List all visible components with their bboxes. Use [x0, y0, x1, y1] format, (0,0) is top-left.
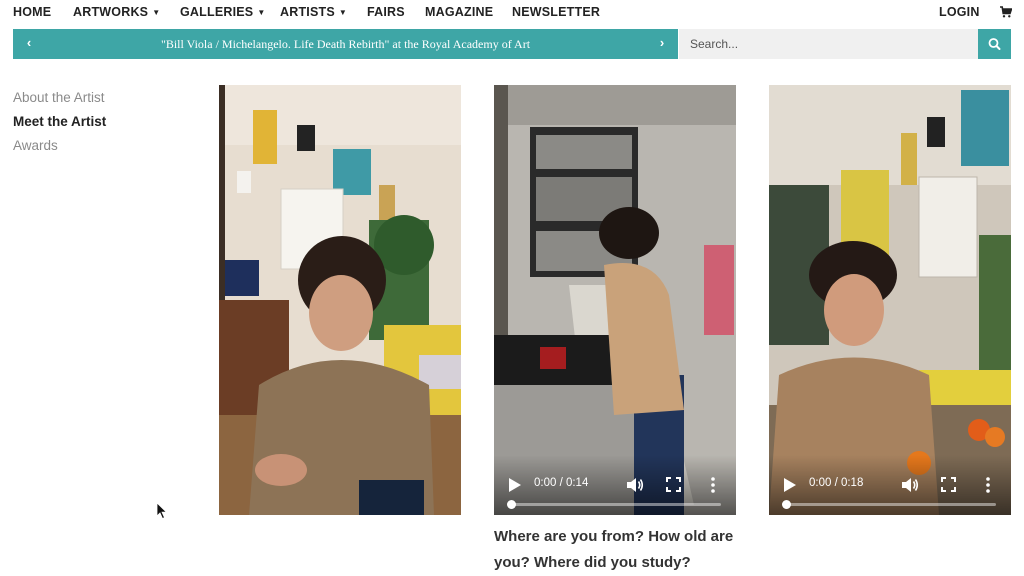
video-progress-bar[interactable] [507, 500, 721, 509]
video-controls: 0:00 / 0:18 [769, 455, 1011, 515]
nav-artists[interactable]: ARTISTS ▼ [280, 5, 347, 19]
announcement-link[interactable]: "Bill Viola / Michelangelo. Life Death R… [53, 37, 638, 52]
artist-sidebar: About the Artist Meet the Artist Awards [13, 86, 106, 158]
nav-artworks[interactable]: ARTWORKS ▼ [73, 5, 160, 19]
chevron-left-icon[interactable]: ‹ [21, 35, 37, 50]
login-link[interactable]: LOGIN [939, 5, 980, 19]
search-icon [988, 38, 1001, 50]
login-label: LOGIN [939, 5, 980, 19]
chevron-down-icon: ▼ [257, 8, 266, 17]
video-controls: 0:00 / 0:14 [494, 455, 736, 515]
video-progress-bar[interactable] [782, 500, 996, 509]
chevron-down-icon: ▼ [152, 8, 161, 17]
interview-question-heading: Where are you from? How old are you? Whe… [494, 528, 734, 571]
nav-home[interactable]: HOME [13, 5, 51, 19]
mouse-cursor-icon [156, 502, 168, 520]
nav-newsletter[interactable]: NEWSLETTER [512, 5, 600, 19]
nav-home-label: HOME [13, 5, 52, 19]
nav-galleries[interactable]: GALLERIES ▼ [180, 5, 265, 19]
video-player-3[interactable]: 0:00 / 0:18 [769, 85, 1011, 515]
video-player-1[interactable] [219, 85, 461, 515]
nav-fairs[interactable]: FAIRS [367, 5, 405, 19]
volume-icon[interactable] [626, 476, 644, 494]
search-input[interactable] [679, 29, 978, 59]
video-progress-knob[interactable] [507, 500, 516, 509]
fullscreen-icon[interactable] [666, 477, 681, 492]
play-icon[interactable] [783, 477, 797, 493]
nav-magazine-label: MAGAZINE [425, 5, 494, 19]
search-button[interactable] [978, 29, 1011, 59]
fullscreen-icon[interactable] [941, 477, 956, 492]
sidebar-item-awards[interactable]: Awards [13, 134, 106, 158]
nav-galleries-label: GALLERIES [180, 5, 254, 19]
play-icon[interactable] [508, 477, 522, 493]
more-options-icon[interactable] [710, 476, 716, 494]
video-progress-knob[interactable] [782, 500, 791, 509]
video-frame-image [494, 85, 736, 515]
nav-magazine[interactable]: MAGAZINE [425, 5, 493, 19]
nav-artworks-label: ARTWORKS [73, 5, 149, 19]
nav-newsletter-label: NEWSLETTER [512, 5, 601, 19]
video-time: 0:00 / 0:14 [534, 477, 589, 489]
top-navigation: HOME ARTWORKS ▼ GALLERIES ▼ ARTISTS ▼ FAIRS… [0, 0, 1024, 26]
video-time: 0:00 / 0:18 [809, 477, 864, 489]
sidebar-item-about[interactable]: About the Artist [13, 86, 106, 110]
cart-icon[interactable] [1000, 6, 1012, 18]
chevron-right-icon[interactable]: › [654, 35, 670, 50]
nav-fairs-label: FAIRS [367, 5, 405, 19]
video-frame-image [219, 85, 461, 515]
nav-artists-label: ARTISTS [280, 5, 335, 19]
video-player-2[interactable]: 0:00 / 0:14 [494, 85, 736, 515]
sidebar-item-meet[interactable]: Meet the Artist [13, 110, 106, 134]
video-frame-image [769, 85, 1011, 515]
announcement-bar: ‹ "Bill Viola / Michelangelo. Life Death… [13, 29, 678, 59]
chevron-down-icon: ▼ [338, 8, 347, 17]
volume-icon[interactable] [901, 476, 919, 494]
more-options-icon[interactable] [985, 476, 991, 494]
